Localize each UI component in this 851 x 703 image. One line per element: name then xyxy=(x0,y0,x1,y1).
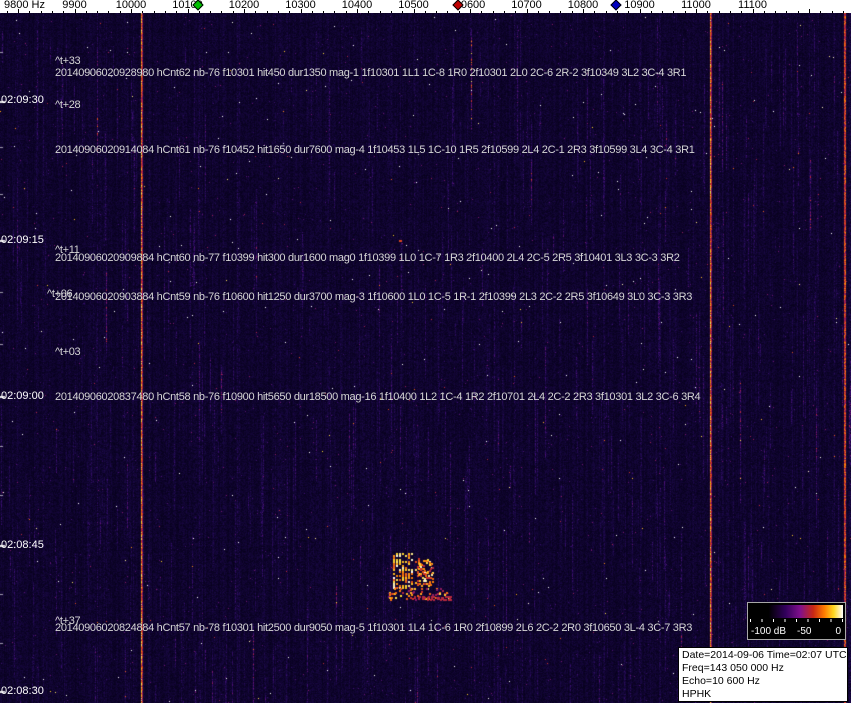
info-station-code: HPHK xyxy=(682,688,712,700)
freq-tick xyxy=(763,11,765,13)
freq-tick xyxy=(164,11,166,13)
freq-tick xyxy=(40,11,42,13)
freq-tick xyxy=(515,11,517,13)
freq-tick xyxy=(436,11,438,13)
freq-tick xyxy=(232,11,234,13)
status-info-box: Date=2014-09-06 Time=02:07 UTC Freq=143 … xyxy=(678,647,848,702)
freq-tick xyxy=(198,11,200,13)
frequency-axis: 9800 Hz 9900 10000 10100 10200 10300 10400 1050… xyxy=(0,0,851,13)
freq-tick xyxy=(831,11,833,13)
app-window: 9800 Hz 9900 10000 10100 10200 10300 10400 1050… xyxy=(0,0,851,703)
db-colorbar: -100 dB -50 0 xyxy=(747,602,846,640)
freq-tick xyxy=(786,11,788,13)
freq-tick xyxy=(639,9,641,13)
freq-tick xyxy=(696,9,697,13)
freq-tick xyxy=(74,9,76,13)
blue-diamond-marker[interactable] xyxy=(610,0,623,11)
freq-tick xyxy=(311,11,313,13)
freq-tick xyxy=(526,9,528,13)
colorbar-ticks xyxy=(750,619,843,622)
freq-tick xyxy=(18,9,19,13)
freq-tick xyxy=(277,11,279,13)
freq-tick xyxy=(29,11,31,13)
freq-tick xyxy=(583,9,584,13)
freq-tick xyxy=(809,9,810,13)
freq-tick xyxy=(616,11,618,13)
freq-tick xyxy=(402,11,404,13)
freq-tick xyxy=(63,11,65,13)
info-echo-frequency: Echo=10 600 Hz xyxy=(682,675,760,687)
freq-tick-label: 9800 Hz xyxy=(4,0,45,11)
colorbar-label-min: -100 dB xyxy=(751,626,787,637)
freq-tick xyxy=(537,11,539,13)
freq-tick xyxy=(820,11,822,13)
freq-tick xyxy=(142,11,144,13)
freq-tick xyxy=(368,11,370,13)
freq-tick xyxy=(673,11,675,13)
info-date-time: Date=2014-09-06 Time=02:07 UTC xyxy=(682,649,847,661)
freq-tick xyxy=(153,11,155,13)
freq-tick xyxy=(470,9,471,13)
freq-tick xyxy=(549,11,551,13)
freq-tick xyxy=(289,11,291,13)
freq-tick xyxy=(571,11,573,13)
freq-tick xyxy=(718,11,720,13)
freq-tick xyxy=(97,11,99,13)
colorbar-label-max: 0 xyxy=(835,626,841,637)
freq-tick xyxy=(334,11,336,13)
freq-tick xyxy=(842,11,844,13)
freq-tick xyxy=(797,11,799,13)
freq-tick xyxy=(684,11,686,13)
freq-tick xyxy=(628,11,630,13)
freq-tick xyxy=(741,11,743,13)
freq-tick xyxy=(662,11,664,13)
freq-tick xyxy=(345,11,347,13)
freq-tick xyxy=(323,11,325,13)
freq-tick xyxy=(266,11,268,13)
freq-tick xyxy=(752,9,754,13)
freq-tick xyxy=(51,11,53,13)
freq-tick xyxy=(424,11,426,13)
freq-tick xyxy=(85,11,87,13)
freq-tick xyxy=(447,11,449,13)
freq-tick xyxy=(187,9,189,13)
colorbar-label-mid: -50 xyxy=(797,626,812,637)
freq-tick xyxy=(481,11,483,13)
freq-tick xyxy=(221,11,223,13)
freq-tick xyxy=(707,11,709,13)
freq-tick xyxy=(492,11,494,13)
freq-tick xyxy=(108,11,110,13)
freq-tick xyxy=(560,11,562,13)
freq-tick xyxy=(650,11,652,13)
freq-tick xyxy=(176,11,178,13)
freq-tick xyxy=(390,11,392,13)
freq-tick xyxy=(357,9,358,13)
freq-tick xyxy=(300,9,302,13)
freq-tick xyxy=(458,11,460,13)
freq-tick xyxy=(503,11,505,13)
freq-tick xyxy=(119,11,121,13)
freq-tick xyxy=(413,9,415,13)
freq-tick xyxy=(131,9,132,13)
freq-tick xyxy=(729,11,731,13)
info-frequency: Freq=143 050 000 Hz xyxy=(682,662,784,674)
freq-tick xyxy=(244,9,245,13)
freq-tick xyxy=(775,11,777,13)
freq-tick xyxy=(255,11,257,13)
spectrogram-canvas[interactable] xyxy=(0,13,851,703)
freq-tick xyxy=(210,11,212,13)
freq-tick xyxy=(605,11,607,13)
freq-tick xyxy=(6,11,8,13)
freq-tick xyxy=(379,11,381,13)
colorbar-gradient xyxy=(750,605,843,618)
freq-tick xyxy=(594,11,596,13)
